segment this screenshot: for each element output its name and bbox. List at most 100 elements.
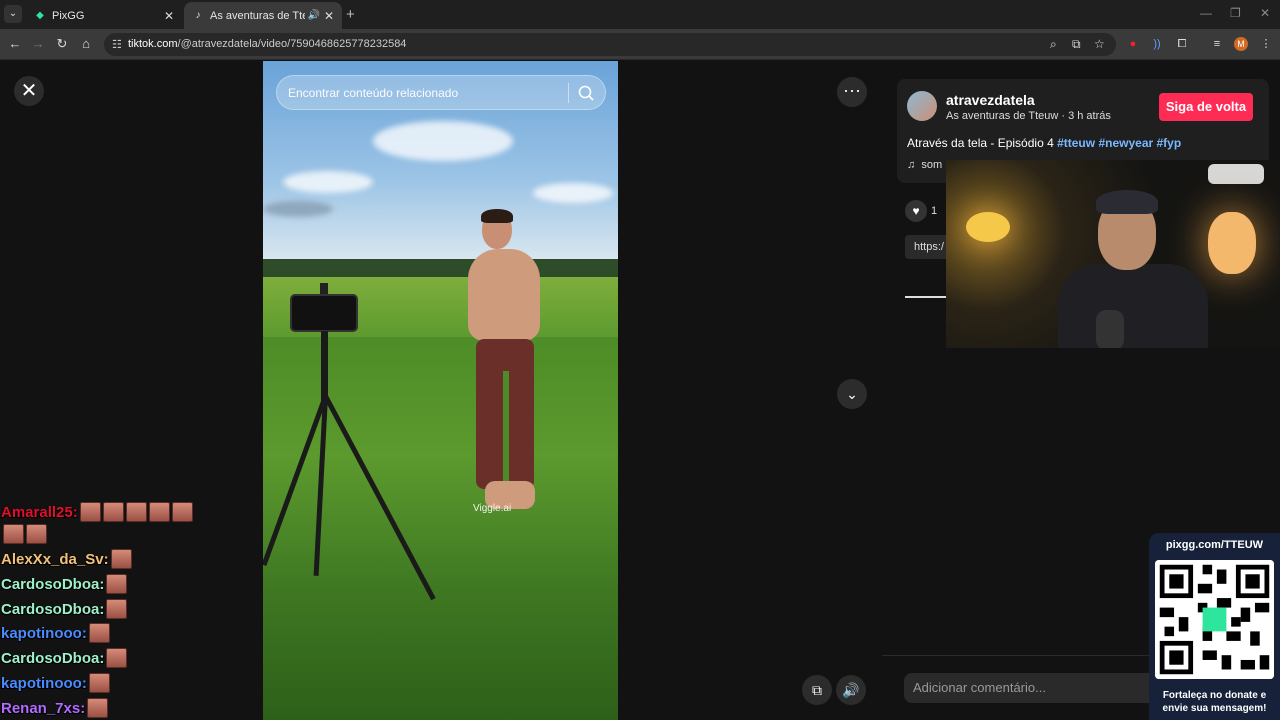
comment-input[interactable]: Adicionar comentário... bbox=[904, 673, 1164, 703]
tab-close-icon[interactable]: ✕ bbox=[324, 9, 334, 23]
tab-bar: ⌄ ◆ PixGG ✕ ♪ As aventuras de Tteuw (@a … bbox=[0, 0, 1280, 29]
heart-icon[interactable]: ♥ bbox=[905, 200, 927, 222]
chat-emote-icon bbox=[148, 502, 170, 522]
home-icon[interactable]: ⌂ bbox=[78, 36, 94, 52]
tab-tiktok[interactable]: ♪ As aventuras de Tteuw (@a 🔊 ✕ bbox=[184, 2, 342, 29]
extension-red-icon[interactable]: ● bbox=[1125, 36, 1141, 52]
chat-message: AlexXx_da_Sv: bbox=[1, 547, 132, 571]
reload-icon[interactable]: ↻ bbox=[54, 36, 70, 52]
treeline bbox=[263, 259, 618, 277]
search-icon[interactable] bbox=[577, 84, 595, 102]
chat-username: kapotinooo: bbox=[1, 624, 87, 642]
chat-message: Amarall25: bbox=[1, 500, 193, 524]
chat-username: CardosoDboa: bbox=[1, 649, 105, 667]
related-search-bar[interactable]: Encontrar conteúdo relacionado bbox=[276, 75, 606, 110]
comments-tab-indicator bbox=[905, 296, 947, 298]
forward-icon[interactable]: → bbox=[30, 36, 46, 52]
cast-icon[interactable]: ⧉ bbox=[1072, 37, 1081, 52]
chat-message: CardosoDboa: bbox=[1, 597, 128, 621]
chat-emote-icon bbox=[106, 574, 128, 594]
tab-title: PixGG bbox=[52, 9, 85, 22]
chat-username: AlexXx_da_Sv: bbox=[1, 550, 109, 568]
donation-message-line: envie sua mensagem! bbox=[1162, 703, 1267, 714]
address-bar[interactable]: ☷ tiktok.com/@atravezdatela/video/759046… bbox=[104, 33, 1116, 56]
follow-back-button[interactable]: Siga de volta bbox=[1159, 93, 1253, 121]
tiktok-favicon-icon: ♪ bbox=[195, 9, 201, 21]
more-options-button[interactable]: ··· bbox=[837, 77, 867, 107]
cloud bbox=[263, 201, 333, 217]
author-avatar[interactable] bbox=[907, 91, 937, 121]
chat-username: CardosoDboa: bbox=[1, 575, 105, 593]
restore-icon[interactable]: ❐ bbox=[1230, 6, 1241, 20]
divider bbox=[568, 83, 569, 103]
zoom-icon[interactable]: ⌕ bbox=[1050, 37, 1057, 52]
chat-username: Amarall25: bbox=[1, 503, 78, 521]
chat-message: kapotinooo: bbox=[1, 671, 110, 695]
hashtag-link[interactable]: #tteuw bbox=[1057, 136, 1095, 150]
caption-text: Através da tela - Episódio 4 bbox=[907, 136, 1058, 150]
extensions-puzzle-icon[interactable]: ⧠ bbox=[1174, 36, 1190, 52]
close-video-button[interactable]: ✕ bbox=[14, 76, 44, 106]
new-tab-icon[interactable]: + bbox=[346, 6, 355, 23]
tripod-pole bbox=[321, 331, 328, 401]
person-hair bbox=[481, 209, 513, 223]
window-close-icon[interactable]: ✕ bbox=[1260, 6, 1270, 20]
phone-on-tripod bbox=[290, 294, 358, 332]
donation-message-line: Fortaleça no donate e bbox=[1162, 690, 1267, 701]
cloud bbox=[373, 121, 513, 161]
toy-car bbox=[1208, 164, 1264, 184]
chat-message: CardosoDboa: bbox=[1, 646, 128, 670]
chat-emote-icon bbox=[87, 698, 109, 718]
tab-title: As aventuras de Tteuw (@a bbox=[210, 9, 306, 22]
volume-button[interactable]: 🔊 bbox=[836, 675, 866, 705]
video-player[interactable]: Encontrar conteúdo relacionado Viggle.ai bbox=[263, 61, 618, 720]
menu-kebab-icon[interactable]: ⋮ bbox=[1258, 36, 1274, 52]
post-caption: Através da tela - Episódio 4 #tteuw #new… bbox=[907, 136, 1181, 150]
chat-emote-icon bbox=[125, 502, 147, 522]
viggle-watermark: Viggle.ai bbox=[473, 503, 512, 514]
donation-widget: pixgg.com/TTEUW Fortaleça no donate e en… bbox=[1149, 533, 1280, 720]
related-search-placeholder: Encontrar conteúdo relacionado bbox=[288, 86, 459, 100]
floating-player-button[interactable]: ⧉ bbox=[802, 675, 832, 705]
chat-username: Renan_7xs: bbox=[1, 699, 86, 717]
chat-emote-icon bbox=[3, 524, 24, 544]
chat-emote-icon bbox=[26, 524, 47, 544]
tab-audio-icon[interactable]: 🔊 bbox=[307, 10, 319, 21]
media-control-icon[interactable]: ≡ bbox=[1209, 36, 1225, 52]
music-note-icon: ♫ bbox=[907, 159, 916, 171]
tab-search-menu-icon[interactable]: ⌄ bbox=[4, 5, 22, 23]
hashtag-link[interactable]: #newyear bbox=[1098, 136, 1153, 150]
chat-emote-icon bbox=[110, 549, 132, 569]
url-host: tiktok.com bbox=[128, 38, 178, 50]
hashtag-link[interactable]: #fyp bbox=[1157, 136, 1182, 150]
chat-username: kapotinooo: bbox=[1, 674, 87, 692]
extension-audio-icon[interactable]: )) bbox=[1149, 36, 1165, 52]
lamp-left bbox=[966, 212, 1010, 242]
chat-emote-icon bbox=[171, 502, 193, 522]
chat-username: CardosoDboa: bbox=[1, 600, 105, 618]
tab-close-icon[interactable]: ✕ bbox=[164, 9, 174, 23]
tripod-leg bbox=[323, 394, 436, 601]
chat-message: Renan_7xs: bbox=[1, 696, 109, 720]
leg-gap bbox=[503, 371, 509, 489]
url-text[interactable]: tiktok.com/@atravezdatela/video/75904686… bbox=[128, 38, 406, 50]
bookmark-star-icon[interactable]: ☆ bbox=[1094, 37, 1105, 51]
tab-pixgg[interactable]: ◆ PixGG ✕ bbox=[26, 2, 182, 29]
sound-label: som bbox=[921, 159, 943, 171]
site-info-icon[interactable]: ☷ bbox=[112, 38, 122, 51]
chat-emote-icon bbox=[79, 502, 101, 522]
url-path: /@atravezdatela/video/759046862577823258… bbox=[177, 38, 407, 50]
chat-emote-icon bbox=[106, 599, 128, 619]
author-name[interactable]: atravezdatela bbox=[946, 92, 1035, 108]
minimize-icon[interactable]: — bbox=[1200, 6, 1212, 20]
sound-link[interactable]: ♫ som bbox=[907, 159, 942, 171]
next-video-button[interactable]: ⌄ bbox=[837, 379, 867, 409]
streamer-cap bbox=[1096, 190, 1158, 214]
cloud bbox=[283, 171, 373, 193]
profile-avatar[interactable]: M bbox=[1234, 37, 1248, 51]
chat-message: CardosoDboa: bbox=[1, 572, 128, 596]
chat-message: kapotinooo: bbox=[1, 621, 110, 645]
chat-emote-icon bbox=[106, 648, 128, 668]
back-icon[interactable]: ← bbox=[7, 36, 23, 52]
pixgg-favicon-icon: ◆ bbox=[36, 9, 44, 21]
